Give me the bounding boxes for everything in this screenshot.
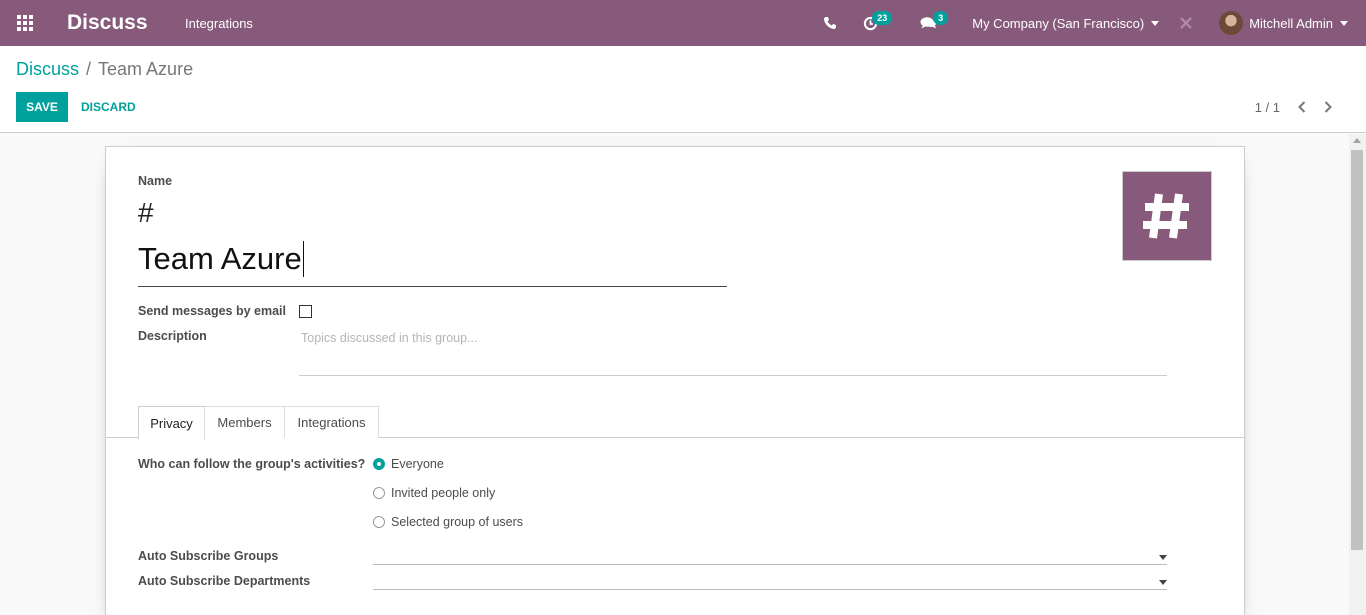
send-email-checkbox[interactable] [299, 305, 312, 318]
radio-unselected-icon [373, 516, 385, 528]
debug-tools-button[interactable] [1179, 0, 1193, 46]
messages-button[interactable]: 3 [920, 0, 949, 46]
control-panel: Discuss / Team Azure SAVE DISCARD 1 / 1 [0, 46, 1366, 133]
pager: 1 / 1 [1255, 98, 1338, 116]
breadcrumb-separator: / [86, 59, 92, 79]
breadcrumb-discuss-link[interactable]: Discuss [16, 59, 79, 80]
chevron-down-icon [1151, 20, 1160, 26]
chevron-left-icon [1298, 101, 1306, 113]
discard-button[interactable]: DISCARD [81, 92, 136, 122]
channel-hash-prefix: # [138, 197, 154, 228]
form-tabs: Privacy Members Integrations [106, 406, 1244, 439]
company-name: My Company (San Francisco) [972, 15, 1145, 31]
phone-button[interactable] [823, 0, 837, 46]
auto-subscribe-departments-select[interactable] [373, 572, 1167, 590]
form-sheet: Name # Team Azure Send messages by email… [105, 146, 1245, 615]
radio-option-everyone[interactable]: Everyone [373, 457, 444, 471]
tab-privacy[interactable]: Privacy [138, 406, 205, 439]
scrollbar-thumb[interactable] [1351, 150, 1363, 550]
breadcrumb-current: Team Azure [98, 59, 194, 79]
company-switcher[interactable]: My Company (San Francisco) [972, 15, 1160, 31]
auto-subscribe-departments-label: Auto Subscribe Departments [138, 574, 311, 588]
radio-unselected-icon [373, 487, 385, 499]
name-input[interactable]: Team Azure [138, 241, 727, 287]
apps-grid-icon [17, 15, 33, 31]
app-title: Discuss [67, 11, 148, 34]
chevron-right-icon [1324, 101, 1332, 113]
radio-option-selected-group[interactable]: Selected group of users [373, 515, 523, 529]
activity-count-badge: 23 [872, 11, 893, 25]
radio-option-label: Selected group of users [391, 515, 524, 529]
auto-subscribe-groups-select[interactable] [373, 547, 1167, 565]
tab-members[interactable]: Members [204, 406, 285, 438]
avatar [1219, 11, 1244, 35]
channel-image[interactable] [1122, 171, 1212, 261]
phone-icon [824, 17, 837, 29]
send-email-label: Send messages by email [138, 304, 286, 318]
top-navbar: Discuss Integrations 23 3 My Company (Sa… [0, 0, 1366, 46]
description-label: Description [138, 329, 207, 343]
apps-menu-button[interactable] [0, 0, 50, 46]
hashtag-icon [1143, 193, 1189, 239]
breadcrumb: Discuss / Team Azure [16, 59, 193, 80]
name-label: Name [138, 174, 173, 188]
radio-option-label: Invited people only [391, 486, 496, 500]
dropdown-caret-icon [1159, 580, 1167, 585]
menu-integrations[interactable]: Integrations [185, 16, 253, 31]
save-button[interactable]: SAVE [16, 92, 68, 122]
radio-selected-icon [373, 458, 385, 470]
scroll-up-arrow-icon[interactable] [1353, 138, 1361, 143]
navbar-systray: 23 3 My Company (San Francisco) Mitchell… [823, 0, 1366, 46]
auto-subscribe-groups-label: Auto Subscribe Groups [138, 549, 279, 563]
pager-previous-button[interactable] [1292, 98, 1312, 116]
radio-option-invited[interactable]: Invited people only [373, 486, 495, 500]
pager-next-button[interactable] [1318, 98, 1338, 116]
description-field[interactable]: Topics discussed in this group... [299, 328, 1167, 376]
activity-button[interactable]: 23 [863, 0, 893, 46]
tools-icon [1180, 17, 1192, 29]
text-cursor [302, 241, 304, 277]
user-name: Mitchell Admin [1249, 15, 1333, 31]
pager-value[interactable]: 1 / 1 [1255, 100, 1280, 115]
dropdown-caret-icon [1159, 555, 1167, 560]
name-input-value: Team Azure [138, 241, 302, 276]
follow-activities-label: Who can follow the group's activities? [138, 457, 366, 471]
tab-integrations[interactable]: Integrations [284, 406, 379, 438]
messages-count-badge: 3 [933, 11, 949, 25]
chevron-down-icon [1340, 20, 1348, 26]
radio-option-label: Everyone [391, 457, 444, 471]
scrollbar[interactable] [1349, 134, 1366, 615]
user-menu[interactable]: Mitchell Admin [1219, 11, 1348, 35]
